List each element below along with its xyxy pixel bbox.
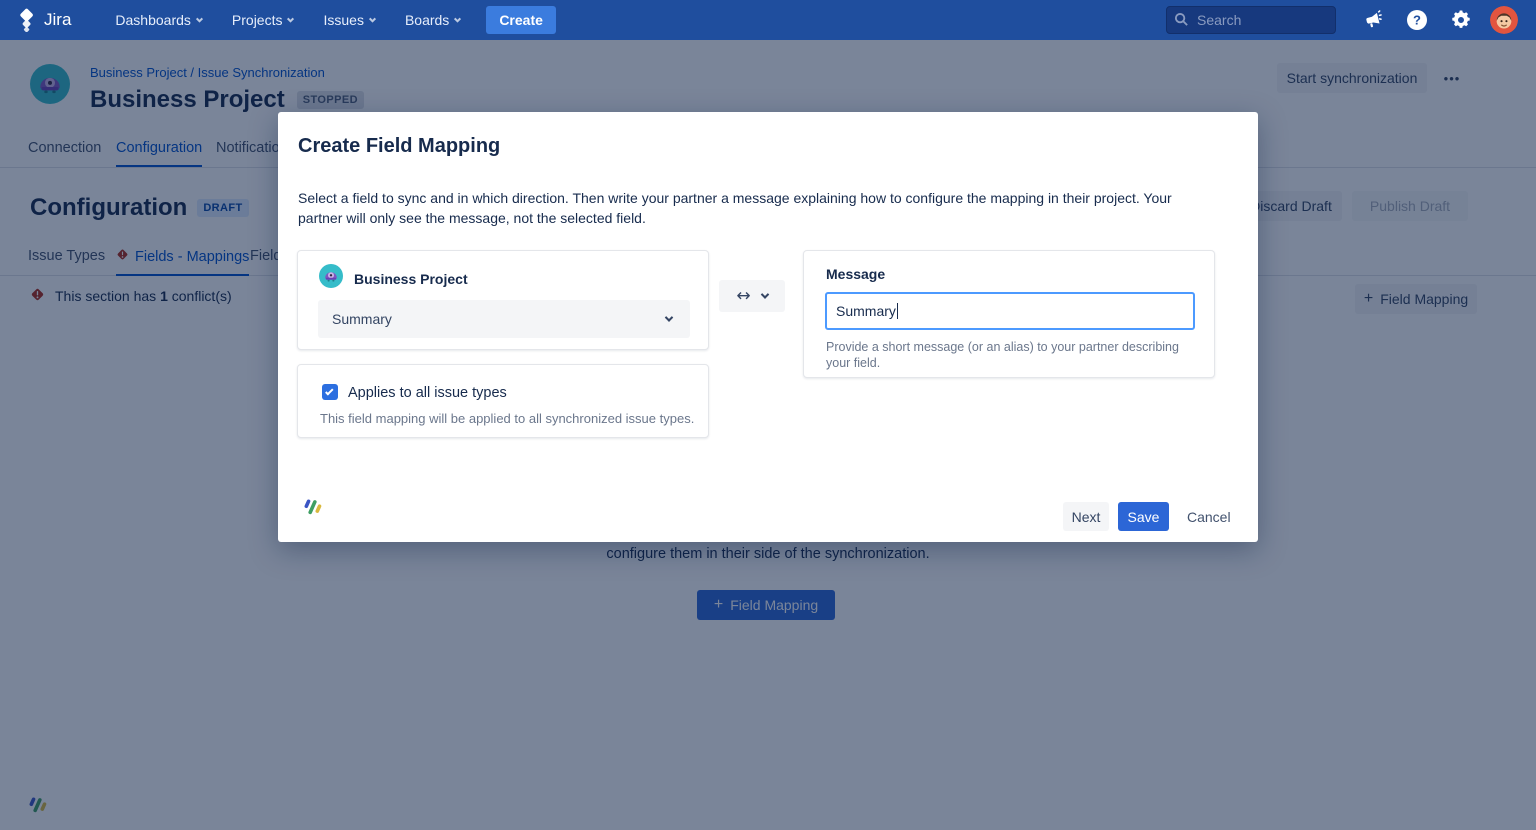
source-field-card: Business Project Summary bbox=[297, 250, 709, 350]
search-icon bbox=[1174, 12, 1189, 32]
svg-text:?: ? bbox=[1413, 13, 1421, 28]
message-helper-text: Provide a short message (or an alias) to… bbox=[826, 339, 1194, 371]
field-select-value: Summary bbox=[332, 311, 392, 327]
message-input[interactable]: Summary bbox=[825, 292, 1195, 330]
backbone-logo bbox=[301, 498, 325, 525]
nav-dashboards[interactable]: Dashboards bbox=[115, 12, 202, 28]
chevron-down-icon bbox=[196, 15, 203, 22]
dialog-description: Select a field to sync and in which dire… bbox=[298, 188, 1188, 228]
nav-issues[interactable]: Issues bbox=[323, 12, 374, 28]
applies-helper-text: This field mapping will be applied to al… bbox=[320, 411, 694, 426]
chevron-down-icon bbox=[760, 290, 768, 298]
top-navigation: Jira Dashboards Projects Issues Boards C… bbox=[0, 0, 1536, 40]
message-label: Message bbox=[826, 266, 885, 282]
source-project-name: Business Project bbox=[354, 271, 468, 287]
jira-logo[interactable]: Jira bbox=[16, 8, 71, 32]
create-field-mapping-dialog: Create Field Mapping Select a field to s… bbox=[278, 112, 1258, 542]
field-select[interactable]: Summary bbox=[318, 300, 690, 338]
dialog-title: Create Field Mapping bbox=[298, 135, 500, 158]
cancel-button[interactable]: Cancel bbox=[1181, 502, 1237, 531]
sync-direction-select[interactable]: ↔ bbox=[719, 280, 785, 312]
checkmark-icon bbox=[325, 387, 333, 395]
project-avatar-small bbox=[319, 264, 343, 293]
user-avatar[interactable] bbox=[1490, 6, 1518, 34]
announcements-icon[interactable] bbox=[1358, 5, 1388, 35]
applies-card: Applies to all issue types This field ma… bbox=[297, 364, 709, 438]
save-button[interactable]: Save bbox=[1118, 502, 1169, 531]
nav-projects[interactable]: Projects bbox=[232, 12, 294, 28]
next-button[interactable]: Next bbox=[1063, 502, 1109, 531]
applies-label[interactable]: Applies to all issue types bbox=[348, 385, 507, 401]
applies-checkbox[interactable] bbox=[322, 384, 338, 400]
search-input[interactable] bbox=[1166, 6, 1336, 34]
help-icon[interactable]: ? bbox=[1402, 5, 1432, 35]
message-card: Message Summary Provide a short message … bbox=[803, 250, 1215, 378]
text-cursor bbox=[897, 303, 898, 319]
chevron-down-icon bbox=[454, 15, 461, 22]
bidirectional-arrow-icon: ↔ bbox=[736, 288, 750, 305]
chevron-down-icon bbox=[287, 15, 294, 22]
chevron-down-icon bbox=[369, 15, 376, 22]
create-button[interactable]: Create bbox=[486, 6, 556, 34]
search-box bbox=[1166, 6, 1336, 34]
nav-boards[interactable]: Boards bbox=[405, 12, 460, 28]
settings-gear-icon[interactable] bbox=[1446, 5, 1476, 35]
chevron-down-icon bbox=[665, 313, 673, 321]
